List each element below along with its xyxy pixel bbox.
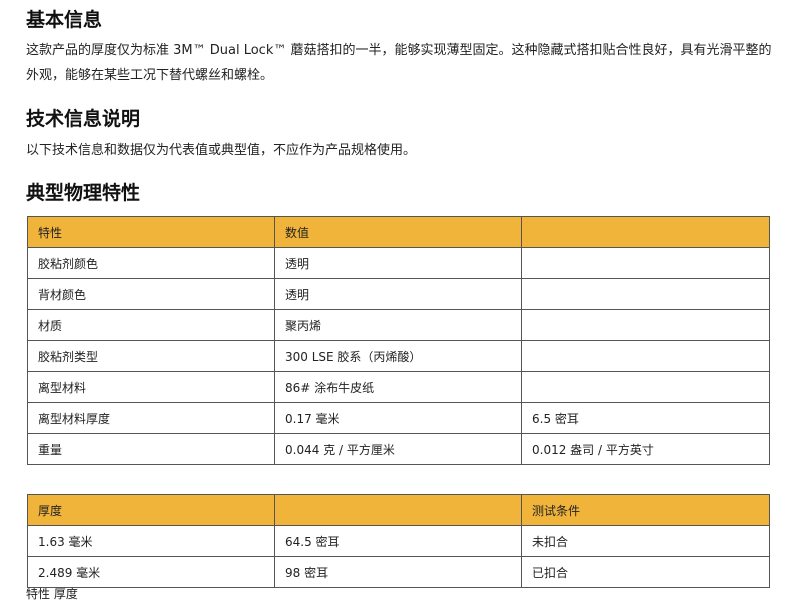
table-row: 1.63 毫米 64.5 密耳 未扣合 [27,525,770,557]
table-row: 2.489 毫米 98 密耳 已扣合 [27,556,770,588]
table-row: 材质 聚丙烯 [27,309,770,341]
table-cell [521,247,770,279]
table-cell: 64.5 密耳 [274,525,522,557]
table-cell: 背材颜色 [27,278,275,310]
table-cell: 0.17 毫米 [274,402,522,434]
table-row: 胶粘剂类型 300 LSE 胶系（丙烯酸） [27,340,770,372]
table-cell [521,278,770,310]
table-cell: 2.489 毫米 [27,556,275,588]
table-cell: 胶粘剂类型 [27,340,275,372]
table-row: 重量 0.044 克 / 平方厘米 0.012 盎司 / 平方英寸 [27,433,770,465]
table-cell: 未扣合 [521,525,770,557]
header-cell [274,494,522,526]
table-cell: 300 LSE 胶系（丙烯酸） [274,340,522,372]
physical-props-table: 特性 数值 胶粘剂颜色 透明 背材颜色 透明 材质 聚丙烯 胶粘剂类型 300 … [27,216,770,465]
table-row: 背材颜色 透明 [27,278,770,310]
table-cell: 98 密耳 [274,556,522,588]
header-cell: 厚度 [27,494,275,526]
table-row: 胶粘剂颜色 透明 [27,247,770,279]
table-cell: 1.63 毫米 [27,525,275,557]
table-cell: 重量 [27,433,275,465]
header-cell [521,216,770,248]
table-cell: 聚丙烯 [274,309,522,341]
table-cell: 透明 [274,278,522,310]
basic-info-text: 这款产品的厚度仅为标准 3M™ Dual Lock™ 蘑菇搭扣的一半，能够实现薄… [26,43,772,83]
header-cell: 特性 [27,216,275,248]
table-cell: 6.5 密耳 [521,402,770,434]
table-cell: 材质 [27,309,275,341]
table-cell: 透明 [274,247,522,279]
table-cell: 离型材料 [27,371,275,403]
header-cell: 测试条件 [521,494,770,526]
next-table-header-partial: 特性 厚度 [26,587,78,601]
table-cell [521,340,770,372]
thickness-table: 厚度 测试条件 1.63 毫米 64.5 密耳 未扣合 2.489 毫米 98 … [27,494,770,588]
table-header-row: 特性 数值 [27,216,770,248]
table-cell [521,371,770,403]
table-row: 离型材料 86# 涂布牛皮纸 [27,371,770,403]
table-cell: 胶粘剂颜色 [27,247,275,279]
table-cell: 0.012 盎司 / 平方英寸 [521,433,770,465]
physical-props-heading: 典型物理特性 [26,182,141,204]
table-cell: 已扣合 [521,556,770,588]
table-cell: 86# 涂布牛皮纸 [274,371,522,403]
table-cell [521,309,770,341]
header-cell: 数值 [274,216,522,248]
tech-info-text: 以下技术信息和数据仅为代表值或典型值，不应作为产品规格使用。 [26,143,417,158]
table-header-row: 厚度 测试条件 [27,494,770,526]
table-row: 离型材料厚度 0.17 毫米 6.5 密耳 [27,402,770,434]
basic-info-heading: 基本信息 [26,9,103,31]
table-cell: 0.044 克 / 平方厘米 [274,433,522,465]
table-cell: 离型材料厚度 [27,402,275,434]
tech-info-heading: 技术信息说明 [26,108,141,130]
